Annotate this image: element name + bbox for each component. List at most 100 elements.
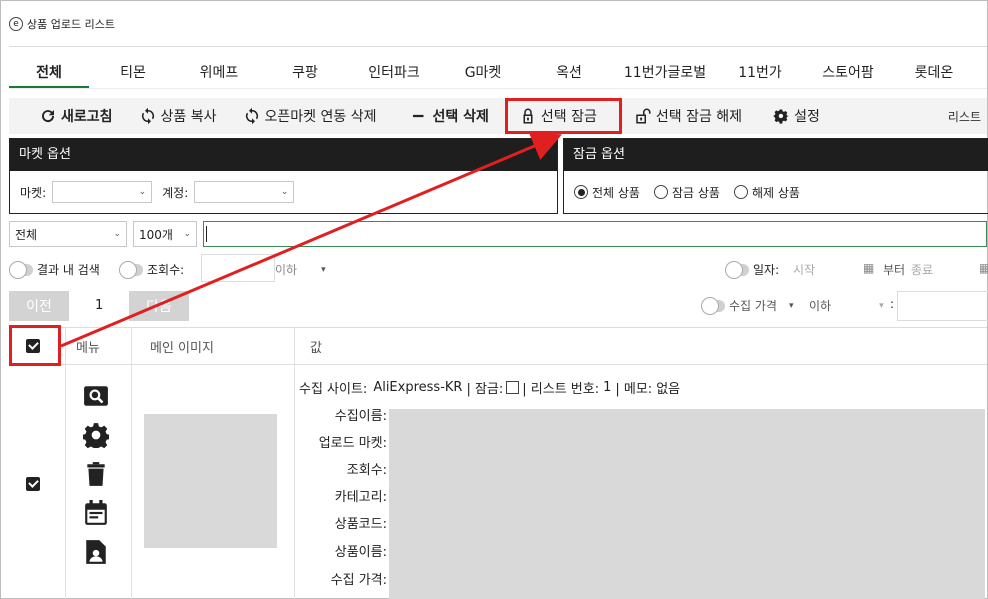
- market-label: 마켓:: [20, 185, 47, 200]
- gear-icon[interactable]: [83, 422, 109, 448]
- table-header: 메뉴 메인 이미지 값: [9, 327, 987, 365]
- tab-coupang[interactable]: 쿠팡: [261, 61, 349, 89]
- toggle-switch[interactable]: [119, 260, 143, 279]
- search-input[interactable]: [203, 221, 987, 247]
- unlock-icon: [636, 108, 651, 124]
- market-options-panel: 마켓 옵션 마켓: ⌄ 계정: ⌄: [9, 138, 558, 214]
- unlock-label: 선택 잠금 해제: [655, 109, 743, 125]
- search-icon[interactable]: [83, 383, 109, 409]
- chevron-down-icon: ▾: [788, 300, 794, 311]
- pagination-row: 이전 1 다음 수집 가격 ▾ 이하 ▾ :: [9, 291, 988, 321]
- chevron-down-icon: ⌄: [113, 229, 121, 239]
- settings-label: 설정: [794, 109, 820, 125]
- list-number-label: | 리스트 번호:: [522, 381, 600, 397]
- page-size-select[interactable]: 100개 ⌄: [133, 221, 197, 247]
- toggle-switch[interactable]: [725, 260, 749, 279]
- sync-icon: [245, 107, 258, 125]
- sync-icon: [141, 107, 154, 125]
- tab-storefarm[interactable]: 스토어팜: [801, 61, 895, 89]
- market-tabs: 전체 티몬 위메프 쿠팡 인터파크 G마켓 옥션 11번가글로벌 11번가 스토…: [9, 61, 987, 89]
- column-divider: [131, 328, 132, 364]
- date-label: 일자:: [753, 263, 780, 277]
- category-select[interactable]: 전체 ⌄: [9, 221, 127, 247]
- price-below-label: 이하: [809, 299, 832, 313]
- market-select[interactable]: ⌄: [52, 181, 153, 203]
- price-label: 수집 가격: [729, 299, 777, 313]
- next-page-button[interactable]: 다음: [129, 291, 189, 321]
- date-toggle[interactable]: 일자:: [725, 260, 780, 279]
- delete-label: 선택 삭제: [432, 109, 489, 125]
- copy-label: 상품 복사: [160, 109, 217, 125]
- radio-unlocked-products[interactable]: 해제 상품: [733, 184, 800, 201]
- tab-tmon[interactable]: 티몬: [89, 61, 177, 89]
- price-below-select[interactable]: 이하 ▾: [809, 297, 884, 314]
- lock-options-title: 잠금 옵션: [564, 139, 988, 171]
- delete-selected-button[interactable]: 선택 삭제: [400, 98, 498, 134]
- radio-locked-products[interactable]: 잠금 상품: [653, 184, 720, 201]
- views-toggle[interactable]: 조회수:: [119, 260, 184, 279]
- chevron-down-icon: ▾: [879, 300, 884, 311]
- row-checkbox[interactable]: [26, 477, 40, 491]
- window-title: 상품 업로드 리스트: [27, 18, 115, 31]
- tab-gmarket[interactable]: G마켓: [439, 61, 527, 89]
- field-upload-market: 업로드 마켓:: [318, 435, 387, 451]
- chevron-down-icon: ⌄: [138, 187, 147, 197]
- account-select[interactable]: ⌄: [194, 181, 295, 203]
- field-collect-price: 수집 가격:: [330, 572, 387, 588]
- lock-icon: [523, 108, 533, 124]
- table-row: 수집 사이트: AliExpress-KR | 잠금: | 리스트 번호: 1 …: [9, 365, 987, 599]
- lock-label: 선택 잠금: [540, 109, 597, 125]
- unlock-selected-button[interactable]: 선택 잠금 해제: [624, 98, 752, 134]
- calendar-icon[interactable]: [83, 500, 109, 526]
- toggle-switch[interactable]: [9, 260, 33, 279]
- collect-site-row: 수집 사이트: AliExpress-KR | 잠금: | 리스트 번호: 1 …: [299, 377, 680, 397]
- lock-selected-button[interactable]: 선택 잠금: [504, 98, 622, 134]
- end-date-input[interactable]: 종료: [911, 261, 933, 278]
- header-menu: 메뉴: [76, 340, 100, 356]
- settings-button[interactable]: 설정: [762, 98, 830, 134]
- unlink-market-button[interactable]: 오픈마켓 연동 삭제: [233, 98, 387, 134]
- tab-all[interactable]: 전체: [9, 61, 89, 89]
- tab-wemakeprice[interactable]: 위메프: [177, 61, 261, 89]
- column-divider: [294, 328, 295, 364]
- contact-file-icon[interactable]: [83, 539, 109, 565]
- copy-product-button[interactable]: 상품 복사: [129, 98, 227, 134]
- views-below-select[interactable]: 이하 ▾: [275, 261, 326, 278]
- views-input[interactable]: [201, 254, 275, 282]
- chevron-down-icon: ⌄: [183, 229, 191, 239]
- memo-value: 없음: [656, 381, 681, 397]
- search-options-row: 결과 내 검색 조회수: 이하 ▾ 일자: 시작 ▦ 부터 종료 ▦: [9, 254, 988, 282]
- end-calendar-icon[interactable]: ▦: [979, 261, 988, 275]
- in-results-toggle[interactable]: 결과 내 검색: [9, 260, 100, 279]
- radio-icon: [733, 185, 748, 199]
- lock-options-panel: 잠금 옵션 전체 상품 잠금 상품 해제 상품: [563, 138, 988, 214]
- tab-11st[interactable]: 11번가: [719, 61, 801, 89]
- end-date-placeholder: 종료: [911, 263, 934, 277]
- column-divider: [65, 328, 66, 364]
- price-input[interactable]: [897, 291, 988, 321]
- trash-icon[interactable]: [83, 461, 109, 487]
- tab-auction[interactable]: 옥션: [527, 61, 611, 89]
- filter-row: 전체 ⌄ 100개 ⌄: [9, 221, 987, 247]
- prev-page-button[interactable]: 이전: [9, 291, 69, 321]
- price-toggle[interactable]: 수집 가격 ▾: [701, 296, 794, 315]
- radio-all-products[interactable]: 전체 상품: [574, 184, 640, 201]
- site-value: AliExpress-KR: [373, 379, 463, 395]
- tab-11st-global[interactable]: 11번가글로벌: [611, 61, 719, 89]
- lock-checkbox[interactable]: [506, 380, 520, 394]
- toggle-switch[interactable]: [701, 296, 725, 315]
- start-calendar-icon[interactable]: ▦: [863, 261, 874, 275]
- price-colon: :: [890, 297, 895, 311]
- tab-lotteon[interactable]: 롯데온: [895, 61, 973, 89]
- main-image-placeholder: [144, 414, 277, 548]
- tab-divider: [9, 88, 987, 89]
- memo-label: | 메모:: [615, 381, 653, 397]
- radio-selected-icon: [574, 185, 588, 199]
- tab-interpark[interactable]: 인터파크: [349, 61, 439, 89]
- refresh-button[interactable]: 새로고침: [29, 98, 123, 134]
- field-product-code: 상품코드:: [334, 516, 387, 532]
- chevron-down-icon: ⌄: [280, 187, 289, 197]
- start-date-input[interactable]: 시작: [793, 261, 815, 278]
- title-bar: e 상품 업로드 리스트: [9, 15, 115, 33]
- field-collect-name: 수집이름:: [334, 408, 387, 424]
